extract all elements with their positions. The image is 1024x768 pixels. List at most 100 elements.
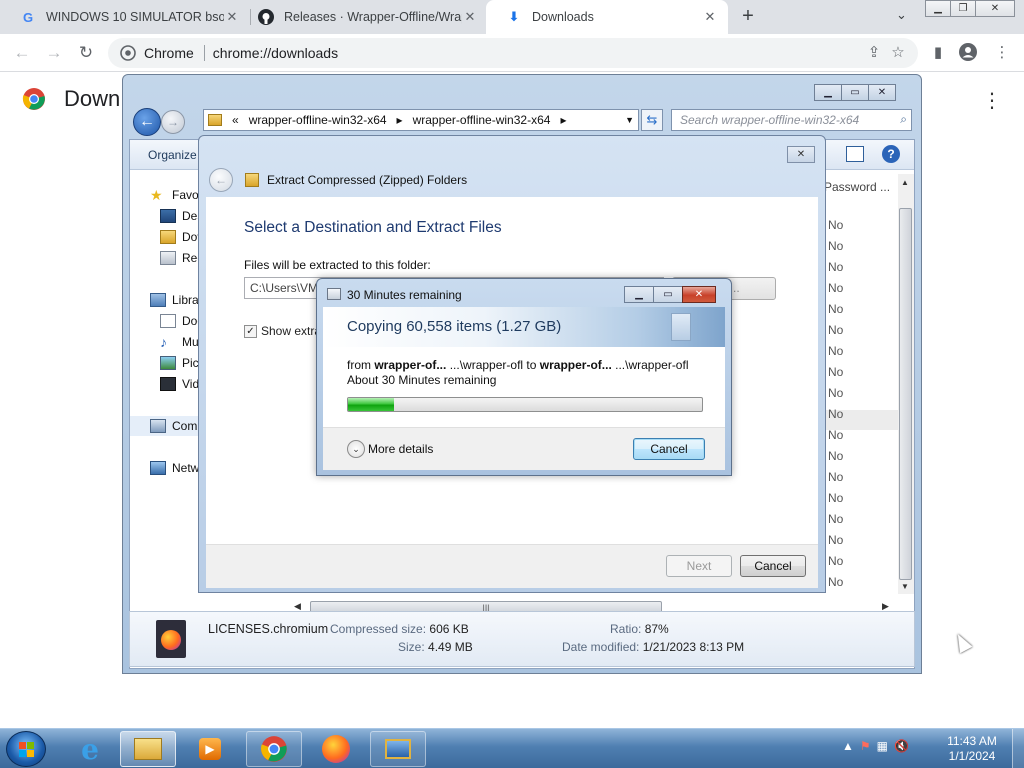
explorer-forward-button[interactable]: → <box>161 110 185 134</box>
chevron-down-icon[interactable]: ⌄ <box>347 440 365 458</box>
breadcrumb-overflow[interactable]: « <box>232 113 239 127</box>
copy-cancel-button[interactable]: Cancel <box>633 438 705 460</box>
time-remaining: About 30 Minutes remaining <box>347 373 497 387</box>
nav-downloads[interactable]: Dov <box>160 230 203 244</box>
tab-close-icon[interactable]: ✕ <box>702 9 718 25</box>
maximize-button[interactable]: ▭ <box>841 84 869 101</box>
document-icon <box>671 313 691 341</box>
minimize-button[interactable]: ▁ <box>624 286 654 303</box>
nav-recent[interactable]: Rec <box>160 251 203 265</box>
wizard-back-button[interactable]: ← <box>209 168 233 192</box>
address-bar[interactable]: Chrome chrome://downloads <box>108 38 918 68</box>
breadcrumb-separator[interactable]: ▸ <box>560 113 566 127</box>
clock-date: 1/1/2024 <box>948 749 996 763</box>
source-folder-link[interactable]: wrapper-of... <box>374 358 446 372</box>
date-modified-field: Date modified: 1/21/2023 8:13 PM <box>562 640 744 654</box>
forward-button[interactable]: → <box>42 41 66 65</box>
checkbox-check-icon[interactable]: ✓ <box>244 324 257 338</box>
vertical-scrollbar[interactable]: ▲ ▼ <box>898 174 914 594</box>
tab-close-icon[interactable]: ✕ <box>462 9 478 25</box>
side-panel-icon[interactable]: ▮ <box>928 43 948 61</box>
restore-button[interactable]: ❐ <box>950 0 976 17</box>
copy-dialog-title: 30 Minutes remaining <box>347 288 462 302</box>
network-status-icon[interactable]: ▦ <box>877 739 888 753</box>
system-clock[interactable]: 11:43 AM 1/1/2024 <box>936 734 1008 764</box>
show-desktop-button[interactable] <box>1012 729 1024 768</box>
help-icon[interactable]: ? <box>882 145 900 163</box>
address-dropdown-icon[interactable]: ▼ <box>625 115 634 125</box>
reload-button[interactable]: ↻ <box>74 41 98 65</box>
explorer-search-input[interactable]: Search wrapper-offline-win32-x64 ⌕ <box>671 109 912 131</box>
nav-network[interactable]: Netw <box>150 461 199 475</box>
show-hidden-icons-icon[interactable]: ▲ <box>842 739 854 753</box>
close-button[interactable]: ✕ <box>787 146 815 163</box>
tab-downloads[interactable]: ⬇ Downloads ✕ <box>486 0 728 34</box>
breadcrumb-item[interactable]: wrapper-offline-win32-x64 <box>413 113 551 127</box>
taskbar-chrome[interactable] <box>246 731 302 767</box>
close-button[interactable]: ✕ <box>868 84 896 101</box>
cell-password: No <box>828 344 844 358</box>
nav-label: Pic <box>182 356 199 370</box>
explorer-address-bar[interactable]: « wrapper-offline-win32-x64 ▸ wrapper-of… <box>203 109 639 131</box>
from-label: from <box>347 358 371 372</box>
share-icon[interactable]: ⇪ <box>864 43 884 61</box>
nav-music[interactable]: ♪ Mu <box>160 335 199 349</box>
windows-flag-icon <box>19 742 35 758</box>
taskbar-ie[interactable]: e <box>62 731 118 767</box>
scroll-thumb[interactable] <box>899 208 912 580</box>
tab-windows-simulator[interactable]: G WINDOWS 10 SIMULATOR bsod ✕ <box>0 0 250 34</box>
refresh-button[interactable]: ⇆ <box>641 109 663 131</box>
site-chip[interactable]: Chrome <box>120 45 205 61</box>
profile-avatar-icon[interactable] <box>958 43 978 65</box>
music-icon: ♪ <box>160 334 167 350</box>
nav-videos[interactable]: Vid <box>160 377 199 391</box>
taskbar-remote-desktop[interactable] <box>370 731 426 767</box>
nav-pictures[interactable]: Pic <box>160 356 199 370</box>
taskbar-explorer[interactable] <box>120 731 176 767</box>
system-tray: ▲ ⚑ ▦ 🔇 <box>842 739 909 753</box>
nav-desktop[interactable]: Des <box>160 209 203 223</box>
folder-icon <box>208 114 222 126</box>
breadcrumb-item[interactable]: wrapper-offline-win32-x64 <box>249 113 387 127</box>
explorer-back-button[interactable]: ← <box>133 108 161 136</box>
preview-pane-icon[interactable] <box>846 146 864 162</box>
breadcrumb-separator[interactable]: ▸ <box>397 113 403 127</box>
minimize-button[interactable]: ▁ <box>925 0 951 17</box>
destination-folder-link[interactable]: wrapper-of... <box>540 358 612 372</box>
organize-button[interactable]: Organize <box>148 148 197 162</box>
nav-documents[interactable]: Doc <box>160 314 203 328</box>
wizard-footer: Next Cancel <box>206 544 818 588</box>
back-button[interactable]: ← <box>10 41 34 65</box>
action-center-flag-icon[interactable]: ⚑ <box>860 739 871 753</box>
network-icon <box>150 461 166 475</box>
close-button[interactable]: ✕ <box>682 286 716 303</box>
wizard-cancel-button[interactable]: Cancel <box>740 555 806 577</box>
scroll-up-arrow-icon[interactable]: ▲ <box>901 178 909 187</box>
nav-favorites[interactable]: ★ Favor <box>150 188 203 202</box>
volume-muted-icon[interactable]: 🔇 <box>894 739 909 753</box>
column-header-password[interactable]: Password ... <box>824 180 890 194</box>
tab-releases[interactable]: Releases · Wrapper-Offline/Wrap ✕ <box>238 0 488 34</box>
close-button[interactable]: ✕ <box>975 0 1015 17</box>
show-extracted-checkbox[interactable]: ✓ Show extra <box>244 324 321 338</box>
tab-search-chevron-icon[interactable]: ⌄ <box>896 7 907 23</box>
more-details-toggle[interactable]: ⌄ More details <box>347 440 433 458</box>
taskbar-firefox[interactable] <box>308 731 364 767</box>
bookmark-star-icon[interactable]: ☆ <box>888 43 908 61</box>
ratio-field: Ratio: 87% <box>610 622 669 636</box>
next-button[interactable]: Next <box>666 555 732 577</box>
cell-password: No <box>828 302 844 316</box>
new-tab-button[interactable]: + <box>738 5 758 27</box>
chrome-menu-icon[interactable]: ⋮ <box>992 43 1012 61</box>
minimize-button[interactable]: ▁ <box>814 84 842 101</box>
nav-computer[interactable]: Com <box>150 419 197 433</box>
downloads-menu-icon[interactable]: ⋮ <box>982 88 1002 113</box>
taskbar-media-player[interactable]: ▶ <box>182 731 238 767</box>
scroll-down-arrow-icon[interactable]: ▼ <box>901 582 909 591</box>
firefox-icon <box>322 735 350 763</box>
nav-libraries[interactable]: Libra <box>150 293 199 307</box>
maximize-button[interactable]: ▭ <box>653 286 683 303</box>
cell-password: No <box>828 575 844 589</box>
start-button[interactable] <box>6 731 46 767</box>
copy-dialog-icon <box>327 288 341 300</box>
